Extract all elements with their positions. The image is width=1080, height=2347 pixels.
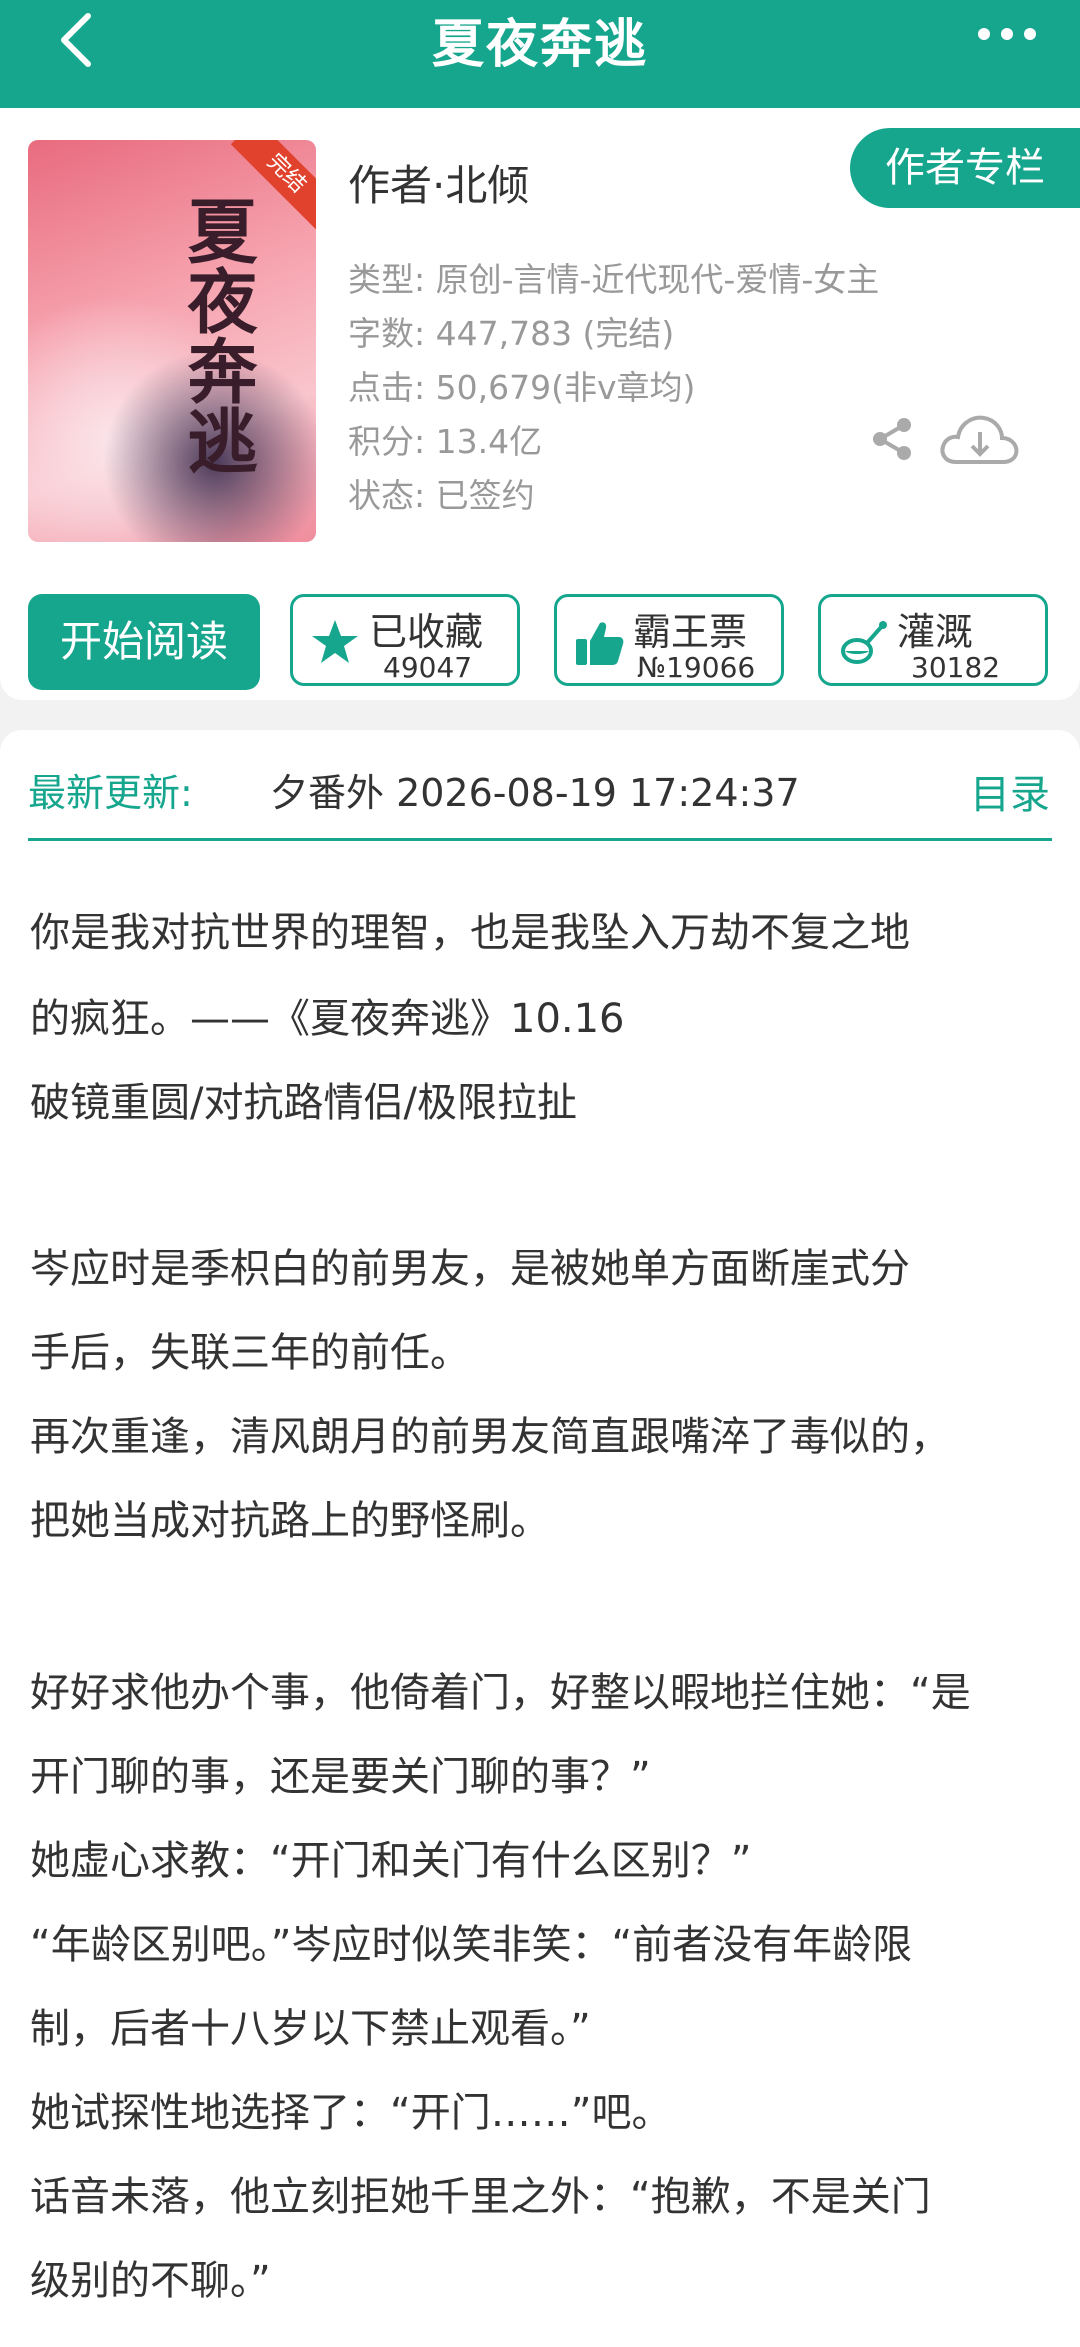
book-info-card: 夏夜奔逃 完结 作者·北倾 作者专栏 类型: 原创-言情-近代现代-爱情-女主 … (0, 108, 1080, 700)
latest-update-text[interactable]: 夕番外 2026-08-19 17:24:37 (270, 762, 890, 817)
synopsis-line: 她试探性地选择了：“开门……”吧。 (30, 2090, 672, 2136)
watering-icon (841, 621, 887, 664)
thumbs-up-icon (576, 622, 624, 665)
ticket-label: 霸王票 (633, 610, 748, 654)
water-label: 灌溉 (897, 610, 974, 654)
divider (28, 838, 1052, 841)
meta-type: 类型: 原创-言情-近代现代-爱情-女主 (348, 260, 880, 299)
latest-update-bar: 最新更新: 夕番外 2026-08-19 17:24:37 目录 (0, 730, 1080, 860)
star-icon (312, 620, 358, 663)
action-buttons: 开始阅读 已收藏 49047 霸王票 №19066 灌溉 30182 (28, 586, 1052, 690)
author-column-button[interactable]: 作者专栏 (850, 128, 1080, 208)
synopsis-line: 开门聊的事，还是要关门聊的事？” (30, 1754, 651, 1800)
meta-clicks: 点击: 50,679(非v章均) (348, 368, 696, 407)
top-bar: 夏夜奔逃 (0, 0, 1080, 108)
book-meta: 类型: 原创-言情-近代现代-爱情-女主 字数: 447,783 (完结) 点击… (348, 253, 879, 523)
book-cover[interactable]: 夏夜奔逃 完结 (28, 140, 316, 542)
meta-status: 状态: 已签约 (348, 476, 535, 515)
share-icon[interactable] (868, 415, 916, 463)
start-reading-button[interactable]: 开始阅读 (28, 594, 260, 690)
ticket-count: №19066 (637, 651, 756, 684)
page-title: 夏夜奔逃 (431, 15, 648, 75)
synopsis-line: 她虚心求教：“开门和关门有什么区别？” (30, 1838, 752, 1884)
water-count: 30182 (911, 651, 1001, 684)
meta-word-count: 字数: 447,783 (完结) (348, 314, 675, 353)
favorite-button[interactable]: 已收藏 49047 (290, 594, 520, 686)
synopsis-line: “年龄区别吧。”岑应时似笑非笑：“前者没有年龄限 (30, 1922, 913, 1968)
synopsis-line: 再次重逢，清风朗月的前男友简直跟嘴淬了毒似的， (30, 1414, 950, 1460)
more-dots-icon[interactable] (972, 10, 1042, 60)
favorite-count: 49047 (383, 651, 473, 684)
synopsis-line: 好好求他办个事，他倚着门，好整以暇地拦住她：“是 (30, 1670, 971, 1716)
synopsis-line: 把她当成对抗路上的野怪刷。 (30, 1498, 550, 1544)
synopsis-line: 的疯狂。——《夏夜奔逃》10.16 (30, 996, 625, 1042)
meta-score: 积分: 13.4亿 (348, 422, 543, 461)
synopsis-line: 级别的不聊。” (30, 2258, 271, 2304)
synopsis-line: 制，后者十八岁以下禁止观看。” (30, 2006, 591, 2052)
download-cloud-icon[interactable] (938, 408, 1022, 470)
author-name[interactable]: 作者·北倾 (348, 152, 529, 213)
synopsis-line: 岑应时是季枳白的前男友，是被她单方面断崖式分 (30, 1246, 910, 1292)
ticket-button[interactable]: 霸王票 №19066 (554, 594, 784, 686)
synopsis-line: 你是我对抗世界的理智，也是我坠入万劫不复之地 (30, 910, 910, 956)
favorite-label: 已收藏 (369, 610, 484, 654)
synopsis: 你是我对抗世界的理智，也是我坠入万劫不复之地 的疯狂。——《夏夜奔逃》10.16… (0, 860, 1080, 2347)
catalog-link[interactable]: 目录 (970, 762, 1050, 820)
water-button[interactable]: 灌溉 30182 (818, 594, 1048, 686)
synopsis-line: 手后，失联三年的前任。 (30, 1330, 470, 1376)
latest-update-label: 最新更新: (28, 771, 193, 815)
synopsis-line: 破镜重圆/对抗路情侣/极限拉扯 (30, 1080, 577, 1126)
cover-title: 夏夜奔逃 (176, 195, 259, 475)
synopsis-line: 话音未落，他立刻拒她千里之外：“抱歉，不是关门 (30, 2174, 931, 2220)
